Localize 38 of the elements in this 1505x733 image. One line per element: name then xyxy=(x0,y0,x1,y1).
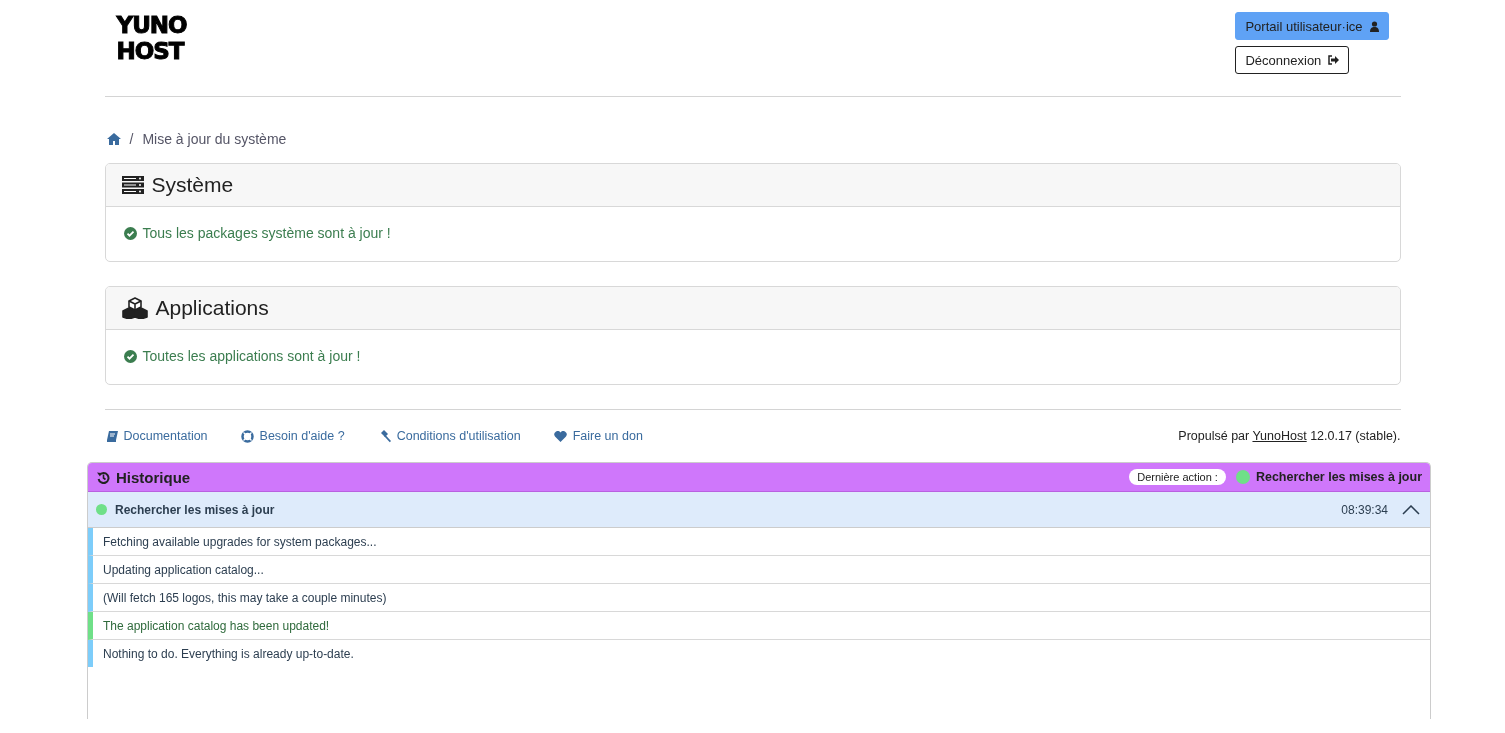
log-line: (Will fetch 165 logos, this may take a couple minutes) xyxy=(88,584,1430,612)
entry-time: 08:39:34 xyxy=(1341,502,1388,517)
check-circle-icon xyxy=(123,226,137,240)
server-icon xyxy=(121,176,144,194)
history-entry-header[interactable]: Rechercher les mises à jour 08:39:34 xyxy=(88,492,1430,528)
book-icon xyxy=(106,430,118,442)
powered-by-text: Propulsé par YunoHost 12.0.17 (stable). xyxy=(1178,429,1401,443)
footer-link[interactable]: Faire un don xyxy=(553,429,643,443)
history-title: Historique xyxy=(116,468,192,486)
chevron-up-icon[interactable] xyxy=(1402,504,1420,515)
last-action-text[interactable]: Rechercher les mises à jour xyxy=(1255,470,1422,484)
footer-link[interactable]: Conditions d'utilisation xyxy=(377,429,521,443)
lifebuoy-icon xyxy=(240,429,254,443)
log-line: Nothing to do. Everything is already up-to-date. xyxy=(88,640,1430,667)
last-action-label: Dernière action : xyxy=(1129,469,1226,485)
logo[interactable]: YUNO HOST xyxy=(116,12,187,64)
breadcrumb-item: Mise à jour du système xyxy=(142,131,287,147)
log-line: Fetching available upgrades for system packages... xyxy=(88,528,1430,556)
status-message: Toutes les applications sont à jour ! xyxy=(142,348,361,364)
sign-out-icon xyxy=(1328,55,1340,65)
footer-link[interactable]: Documentation xyxy=(106,429,208,443)
user-portal-button[interactable]: Portail utilisateur·ice xyxy=(1235,12,1389,40)
history-icon xyxy=(97,470,110,484)
breadcrumb-separator: / xyxy=(129,131,134,147)
user-icon xyxy=(1369,20,1379,32)
card-title: Applications xyxy=(155,296,269,320)
cubes-icon xyxy=(121,297,148,319)
log-line: Updating application catalog... xyxy=(88,556,1430,584)
entry-title: Rechercher les mises à jour xyxy=(115,502,276,517)
check-circle-icon xyxy=(123,349,137,363)
logout-button[interactable]: Déconnexion xyxy=(1235,46,1350,74)
status-message: Tous les packages système sont à jour ! xyxy=(142,225,391,241)
heart-icon xyxy=(553,430,567,442)
card-title: Système xyxy=(151,173,234,197)
footer-link[interactable]: Besoin d'aide ? xyxy=(240,429,345,443)
log-line: The application catalog has been updated! xyxy=(88,612,1430,640)
home-icon[interactable] xyxy=(106,133,121,145)
yunohost-link[interactable]: YunoHost xyxy=(1252,429,1307,443)
